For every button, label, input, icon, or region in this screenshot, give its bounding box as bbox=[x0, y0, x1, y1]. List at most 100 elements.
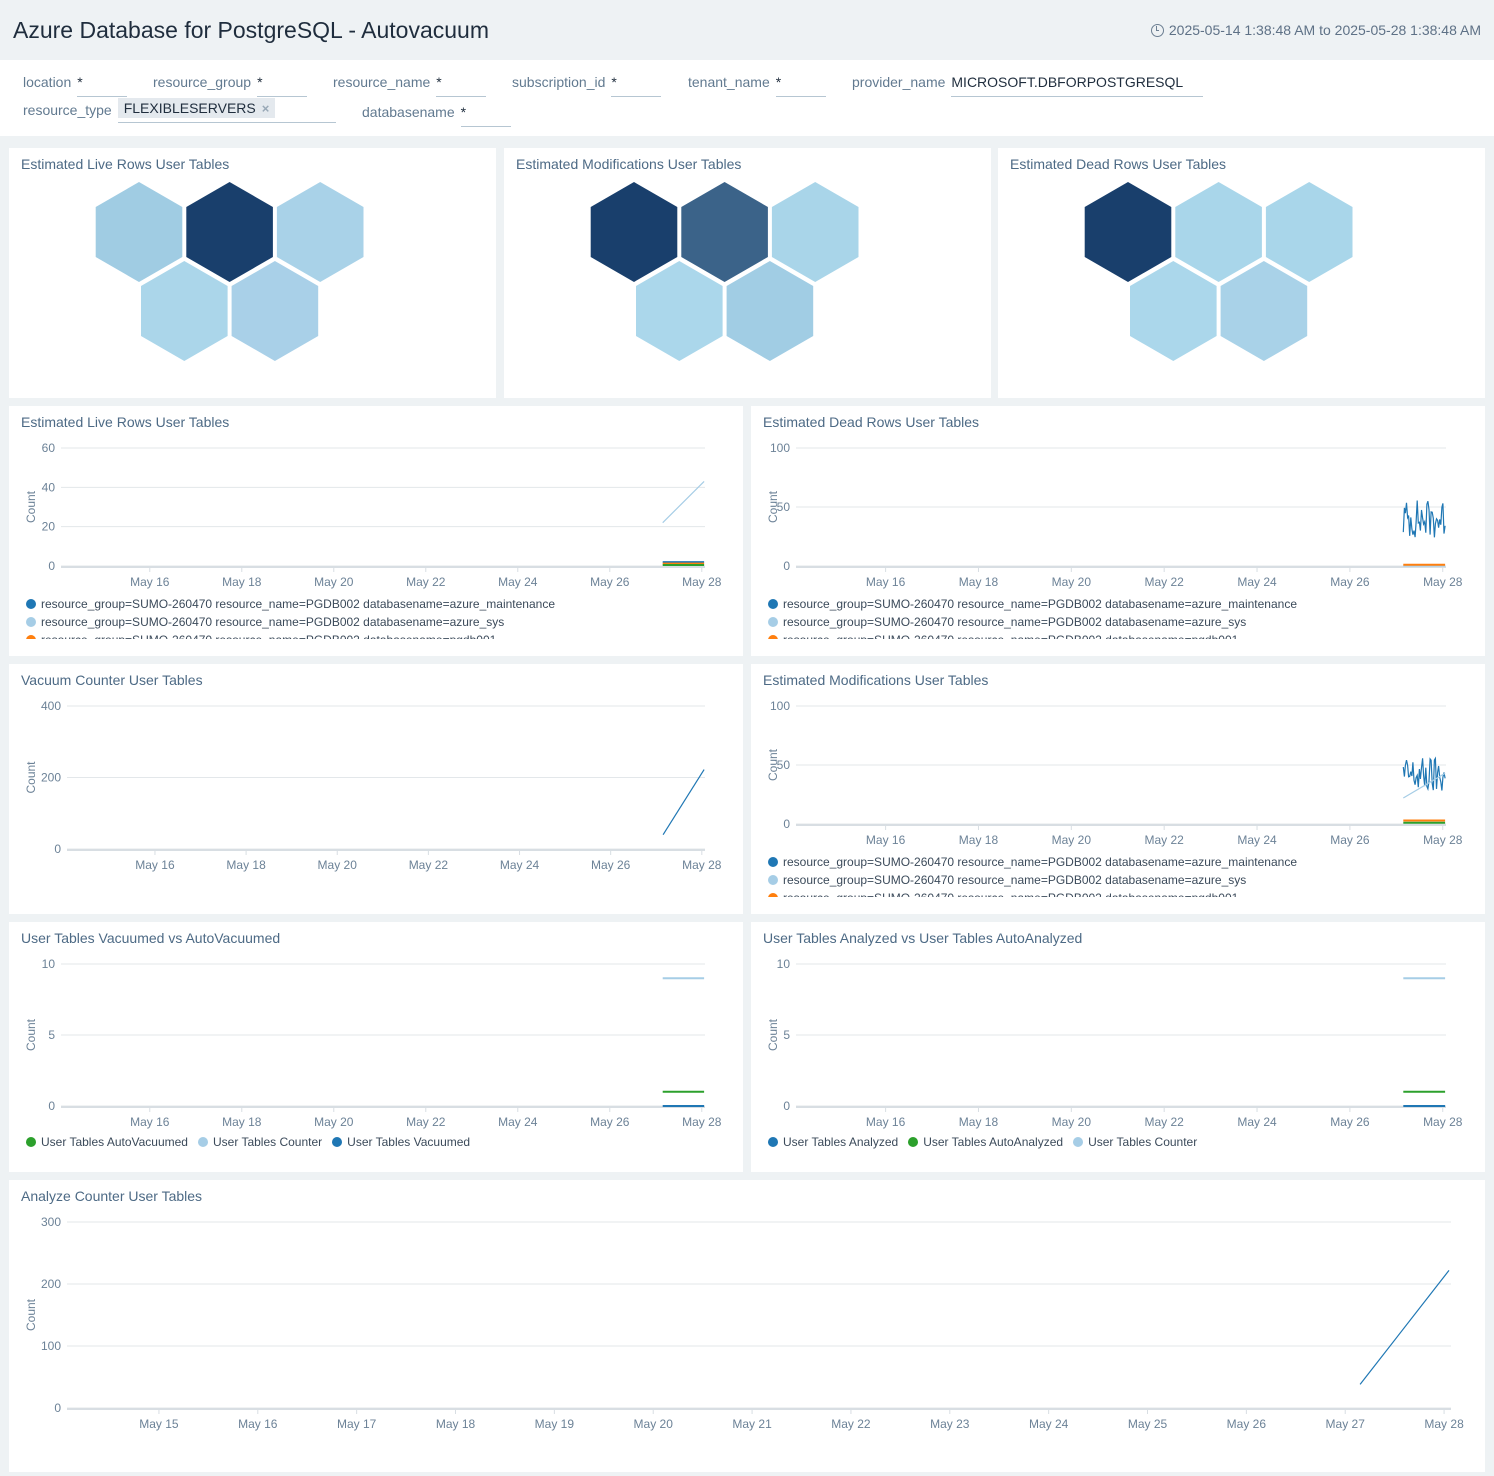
chart-legend: User Tables AutoVacuumed User Tables Cou… bbox=[26, 1135, 470, 1149]
filter-location-input[interactable]: * bbox=[77, 72, 128, 97]
x-tick-label: May 15 bbox=[139, 1417, 179, 1431]
legend-item[interactable]: User Tables Analyzed bbox=[768, 1135, 898, 1149]
series-line[interactable] bbox=[662, 769, 705, 836]
series-line[interactable] bbox=[1359, 1270, 1450, 1385]
filter-resource-group[interactable]: resource_group * bbox=[153, 72, 308, 97]
series-line[interactable] bbox=[1402, 500, 1446, 538]
legend-label: resource_group=SUMO-260470 resource_name… bbox=[783, 633, 1238, 639]
x-tick-label: May 21 bbox=[732, 1417, 772, 1431]
legend-item[interactable]: User Tables Counter bbox=[197, 1135, 323, 1149]
line-chart: 0 100 200 300 Count May 15 May 16 May 17 May 18 M… bbox=[24, 1215, 1464, 1431]
filter-tenant-name-input[interactable]: * bbox=[775, 72, 826, 97]
honeycomb-cell[interactable] bbox=[771, 182, 859, 282]
legend-item[interactable]: resource_group=SUMO-260470 resource_name… bbox=[26, 631, 555, 639]
honeycomb-cell[interactable] bbox=[590, 182, 678, 282]
honeycomb-cell[interactable] bbox=[636, 261, 723, 361]
filter-label: databasename bbox=[362, 104, 455, 120]
honeycomb-cell[interactable] bbox=[231, 261, 319, 361]
x-tick-label: May 28 bbox=[682, 1115, 722, 1129]
legend-item[interactable]: User Tables AutoVacuumed bbox=[26, 1135, 188, 1149]
y-tick-label: 20 bbox=[42, 520, 56, 534]
legend-label: resource_group=SUMO-260470 resource_name… bbox=[783, 891, 1238, 897]
legend-item[interactable]: User Tables Counter bbox=[1073, 1135, 1197, 1149]
legend-item[interactable]: resource_group=SUMO-260470 resource_name… bbox=[768, 871, 1297, 889]
legend-dot bbox=[26, 635, 36, 639]
y-tick-label: 0 bbox=[783, 817, 790, 831]
legend-label: resource_group=SUMO-260470 resource_name… bbox=[783, 873, 1247, 887]
legend-item[interactable]: resource_group=SUMO-260470 resource_name… bbox=[768, 631, 1297, 639]
filter-location[interactable]: location * bbox=[23, 72, 128, 97]
y-tick-label: 5 bbox=[48, 1028, 55, 1042]
filter-provider-name[interactable]: provider_name MICROSOFT.DBFORPOSTGRESQL bbox=[852, 72, 1204, 97]
filter-provider-name-input[interactable]: MICROSOFT.DBFORPOSTGRESQL bbox=[951, 72, 1204, 97]
legend-item[interactable]: User Tables AutoAnalyzed bbox=[908, 1135, 1063, 1149]
filter-resource-name[interactable]: resource_name * bbox=[333, 72, 487, 97]
x-tick-label: May 26 bbox=[1330, 833, 1370, 847]
legend-item[interactable]: resource_group=SUMO-260470 resource_name… bbox=[768, 595, 1297, 613]
filter-resource-type-input[interactable]: FLEXIBLESERVERS × bbox=[117, 98, 336, 123]
filter-databasename[interactable]: databasename * bbox=[362, 102, 511, 127]
y-tick-label: 0 bbox=[54, 1401, 61, 1415]
chart-legend: resource_group=SUMO-260470 resource_name… bbox=[768, 853, 1297, 897]
remove-chip-icon[interactable]: × bbox=[262, 101, 270, 116]
honeycomb-cell[interactable] bbox=[726, 261, 814, 361]
x-tick-label: May 28 bbox=[682, 575, 722, 589]
y-tick-label: 300 bbox=[41, 1215, 61, 1229]
legend-dot bbox=[768, 893, 778, 897]
filter-subscription-id-input[interactable]: * bbox=[611, 72, 662, 97]
y-tick-label: 0 bbox=[783, 1099, 790, 1113]
chart-legend: resource_group=SUMO-260470 resource_name… bbox=[26, 595, 555, 639]
legend-item[interactable]: resource_group=SUMO-260470 resource_name… bbox=[768, 853, 1297, 871]
y-axis-label: Count bbox=[766, 490, 780, 523]
legend-dot bbox=[332, 1137, 343, 1147]
chart-panel-dead-rows: Estimated Dead Rows User Tables 0 50 100 Co… bbox=[751, 406, 1485, 656]
line-chart: 0 200 400 Count May 16 May 18 May 20 May 22 May … bbox=[24, 699, 722, 872]
chart-legend: User Tables Analyzed User Tables AutoAna… bbox=[768, 1135, 1197, 1149]
honeycomb-cell[interactable] bbox=[186, 182, 273, 282]
honeycomb-panel-live-rows: Estimated Live Rows User Tables bbox=[9, 148, 496, 398]
legend-item[interactable]: resource_group=SUMO-260470 resource_name… bbox=[768, 889, 1297, 897]
honeycomb-cell[interactable] bbox=[1265, 182, 1353, 282]
chart-panel-vacuumed-vs-autovacuumed: User Tables Vacuumed vs AutoVacuumed 051… bbox=[9, 922, 743, 1172]
time-range-picker[interactable]: 2025-05-14 1:38:48 AM to 2025-05-28 1:38… bbox=[1150, 22, 1481, 38]
x-tick-label: May 26 bbox=[590, 1115, 630, 1129]
y-tick-label: 200 bbox=[41, 771, 61, 785]
y-axis-label: Count bbox=[24, 490, 38, 523]
x-tick-label: May 22 bbox=[1144, 833, 1184, 847]
honeycomb-cell[interactable] bbox=[1130, 261, 1217, 361]
filter-subscription-id[interactable]: subscription_id * bbox=[512, 72, 662, 97]
legend-item[interactable]: resource_group=SUMO-260470 resource_name… bbox=[26, 595, 555, 613]
honeycomb-cell[interactable] bbox=[681, 182, 768, 282]
legend-label: resource_group=SUMO-260470 resource_name… bbox=[41, 633, 496, 639]
legend-dot bbox=[768, 599, 778, 609]
legend-item[interactable]: User Tables Vacuumed bbox=[332, 1135, 470, 1149]
filter-resource-group-input[interactable]: * bbox=[257, 72, 308, 97]
honeycomb-cell[interactable] bbox=[141, 261, 228, 361]
honeycomb-cell[interactable] bbox=[1220, 261, 1308, 361]
filter-resource-name-input[interactable]: * bbox=[436, 72, 487, 97]
y-tick-label: 10 bbox=[777, 957, 791, 971]
honeycomb-cell[interactable] bbox=[1175, 182, 1262, 282]
filter-resource-type[interactable]: resource_type FLEXIBLESERVERS × bbox=[23, 98, 336, 123]
honeycomb-cell[interactable] bbox=[95, 182, 183, 282]
x-tick-label: May 20 bbox=[1052, 575, 1092, 589]
legend-label: User Tables Counter bbox=[212, 1135, 323, 1149]
x-tick-label: May 20 bbox=[314, 1115, 354, 1129]
y-axis-label: Count bbox=[24, 1018, 38, 1051]
filter-label: subscription_id bbox=[512, 74, 606, 90]
honeycomb-chart bbox=[590, 182, 859, 361]
filter-databasename-input[interactable]: * bbox=[460, 102, 511, 127]
y-tick-label: 100 bbox=[770, 699, 790, 713]
legend-item[interactable]: resource_group=SUMO-260470 resource_name… bbox=[26, 613, 555, 631]
legend-item[interactable]: resource_group=SUMO-260470 resource_name… bbox=[768, 613, 1297, 631]
legend-dot bbox=[1073, 1137, 1084, 1147]
x-tick-label: May 22 bbox=[1144, 1115, 1184, 1129]
x-tick-label: May 26 bbox=[591, 858, 631, 872]
y-axis-label: Count bbox=[766, 1018, 780, 1051]
honeycomb-cell[interactable] bbox=[276, 182, 364, 282]
honeycomb-cell[interactable] bbox=[1084, 182, 1172, 282]
chart-legend: resource_group=SUMO-260470 resource_name… bbox=[768, 595, 1297, 639]
filter-label: tenant_name bbox=[688, 74, 770, 90]
x-tick-label: May 18 bbox=[222, 1115, 262, 1129]
filter-tenant-name[interactable]: tenant_name * bbox=[688, 72, 826, 97]
